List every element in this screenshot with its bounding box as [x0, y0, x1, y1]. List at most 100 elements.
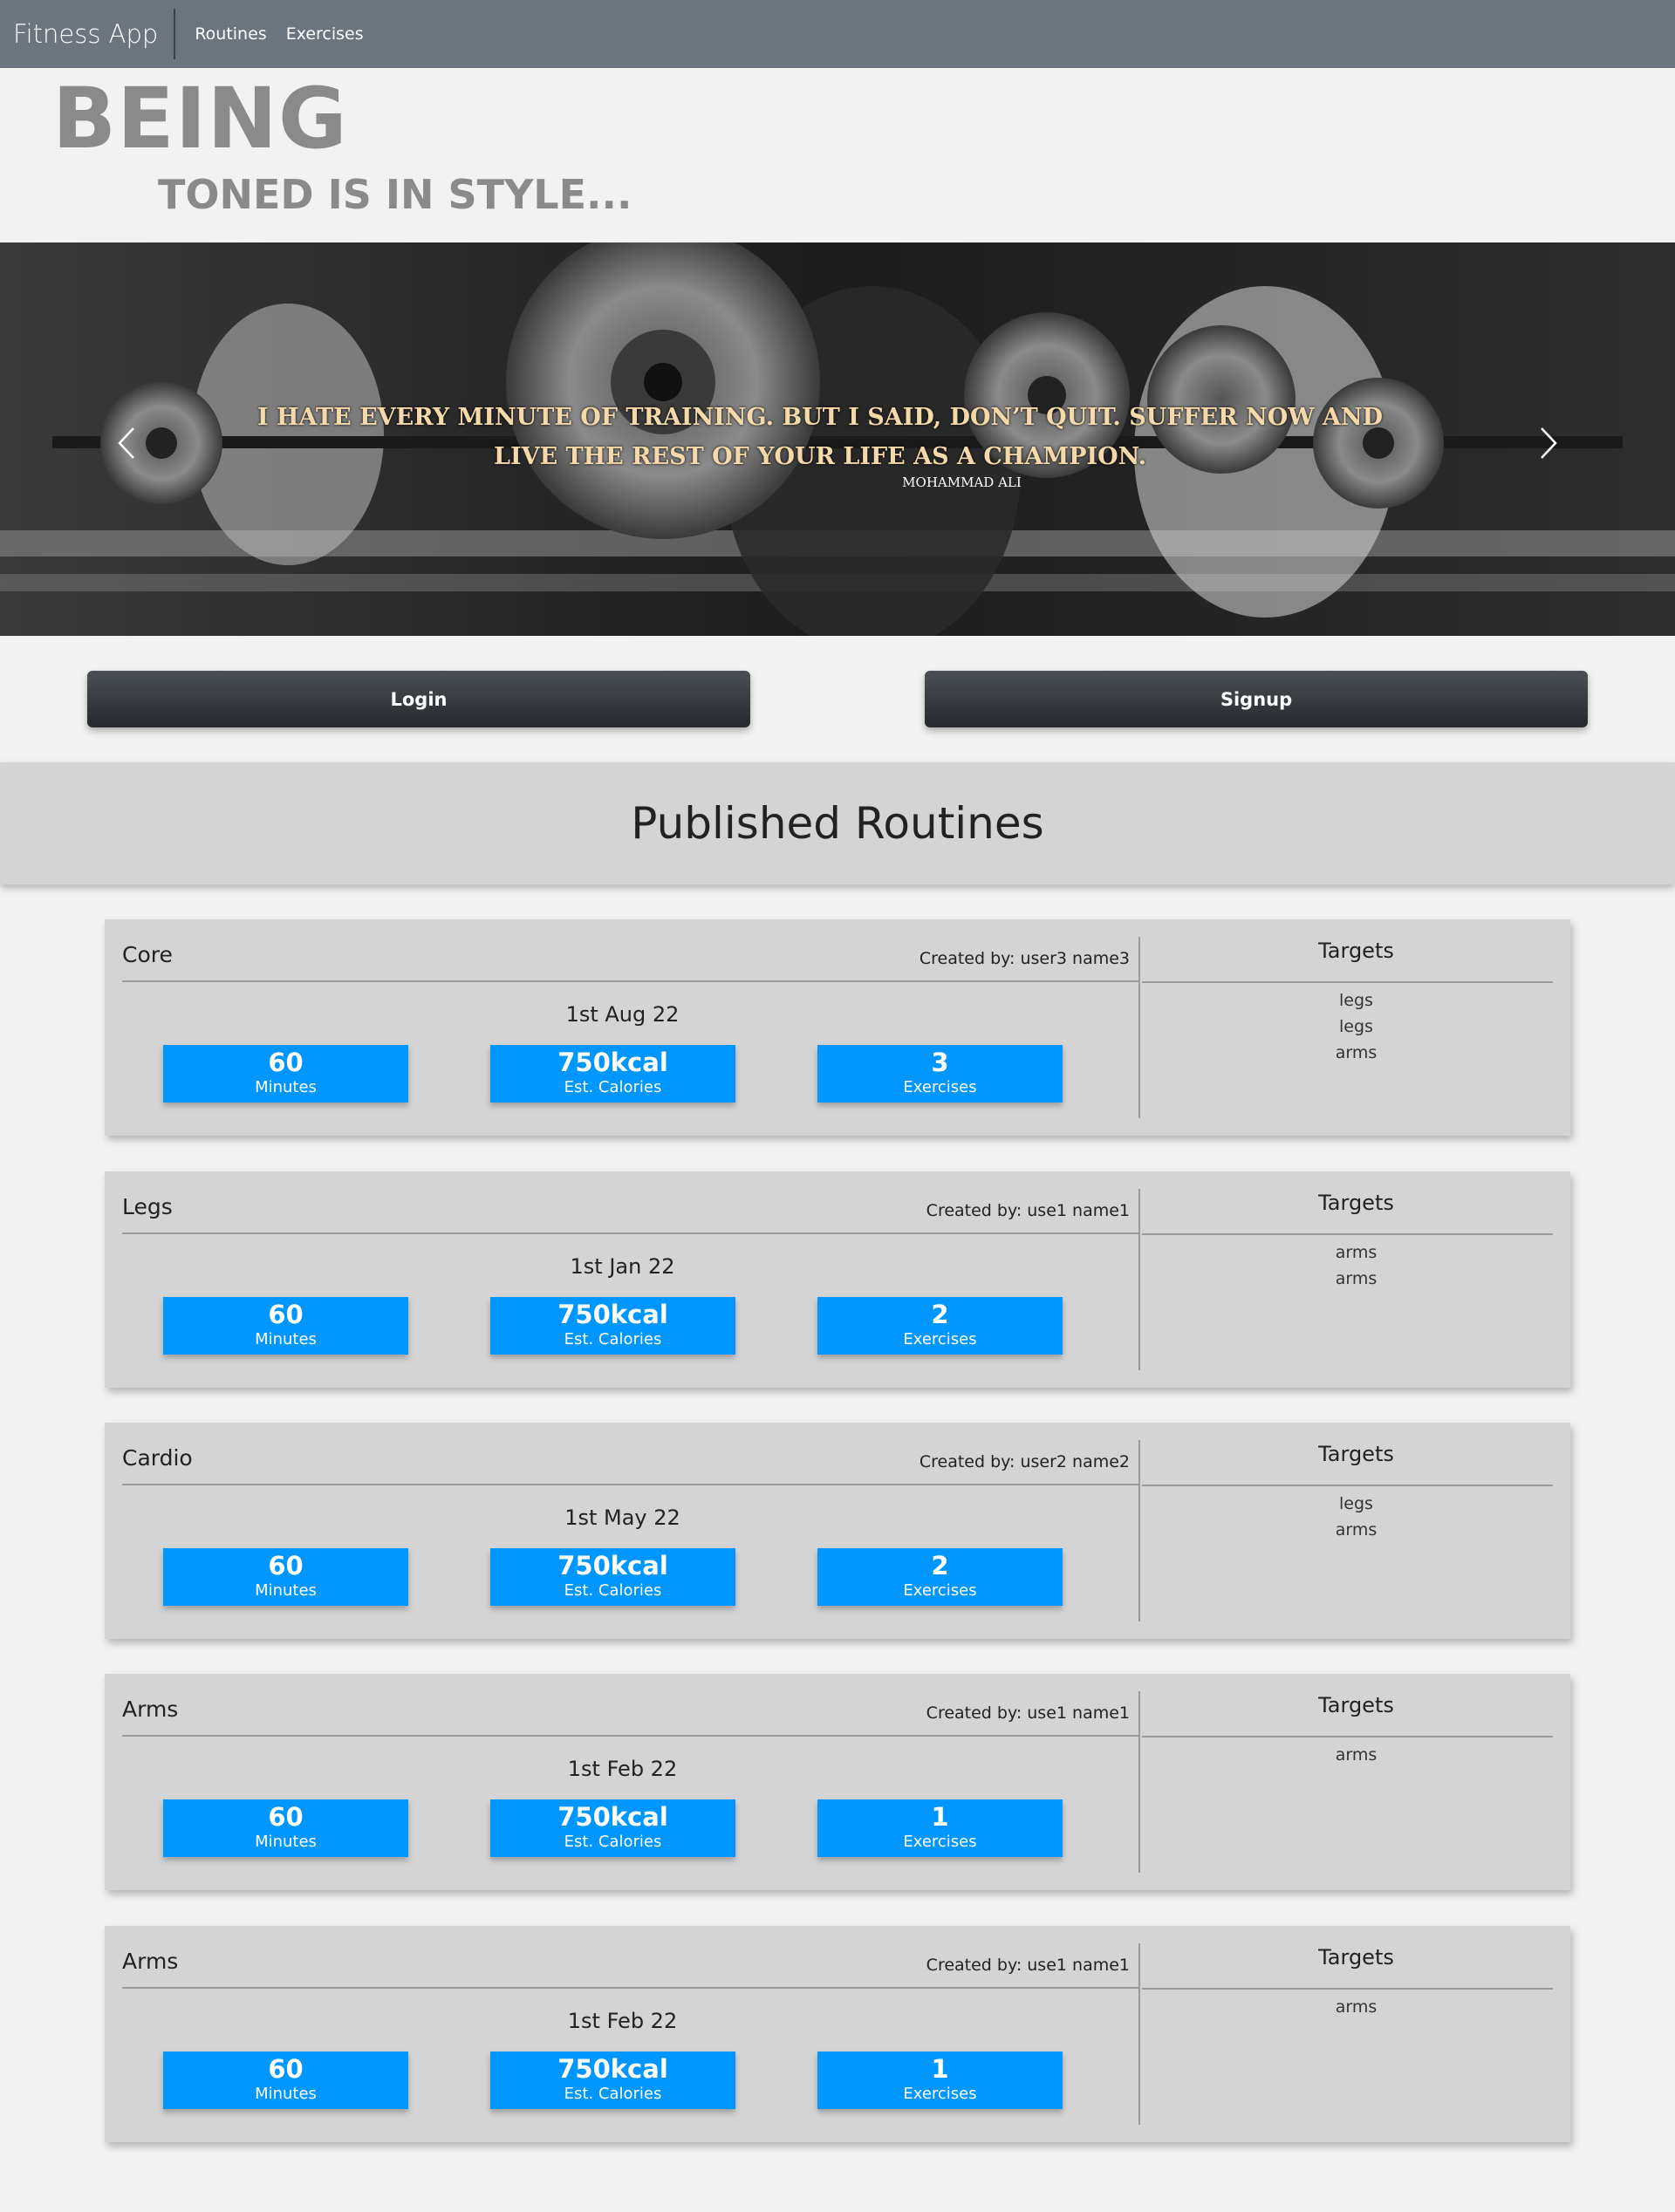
- calories-label: Est. Calories: [564, 1078, 662, 1096]
- calories-value: 750kcal: [557, 2054, 668, 2084]
- routine-name: Arms: [122, 1949, 179, 1974]
- routine-name: Legs: [122, 1194, 173, 1219]
- calories-label: Est. Calories: [564, 2085, 662, 2103]
- exercises-value: 2: [931, 1551, 949, 1580]
- login-button[interactable]: Login: [87, 671, 750, 727]
- hero-subtitle: TONED IS IN STYLE...: [158, 171, 632, 218]
- exercises-label: Exercises: [903, 2085, 977, 2103]
- target-item: legs: [1339, 991, 1373, 1010]
- minutes-label: Minutes: [255, 1833, 317, 1851]
- quote-carousel: I HATE EVERY MINUTE OF TRAINING. BUT I S…: [0, 242, 1675, 636]
- target-item: legs: [1339, 1017, 1373, 1036]
- signup-button[interactable]: Signup: [925, 671, 1588, 727]
- targets-list: legs legs arms: [1142, 987, 1570, 1066]
- routine-main: Arms Created by: use1 name1 1st Feb 22 6…: [122, 1943, 1140, 2125]
- target-item: arms: [1335, 1269, 1378, 1288]
- routine-main: Core Created by: user3 name3 1st Aug 22 …: [122, 937, 1140, 1118]
- routine-card[interactable]: Arms Created by: use1 name1 1st Feb 22 6…: [105, 1674, 1570, 1890]
- exercises-value: 3: [931, 1048, 949, 1077]
- minutes-value: 60: [268, 1802, 304, 1832]
- routine-header: Legs Created by: use1 name1: [122, 1189, 1138, 1234]
- exercises-stat: 2 Exercises: [817, 1297, 1063, 1355]
- calories-stat: 750kcal Est. Calories: [490, 1548, 735, 1606]
- targets-title: Targets: [1318, 1191, 1394, 1215]
- target-item: arms: [1335, 1745, 1378, 1765]
- routine-header: Cardio Created by: user2 name2: [122, 1440, 1138, 1485]
- carousel-next-button[interactable]: [1527, 417, 1570, 469]
- routine-date: 1st Jan 22: [570, 1254, 675, 1279]
- targets-title: Targets: [1318, 939, 1394, 963]
- targets-list: arms: [1142, 1994, 1570, 2020]
- routine-card[interactable]: Cardio Created by: user2 name2 1st May 2…: [105, 1423, 1570, 1639]
- routine-name: Core: [122, 942, 173, 967]
- calories-stat: 750kcal Est. Calories: [490, 1297, 735, 1355]
- targets-header: Targets: [1142, 1189, 1570, 1235]
- minutes-label: Minutes: [255, 1078, 317, 1096]
- routine-author: Created by: use1 name1: [926, 1703, 1130, 1723]
- routine-author: Created by: use1 name1: [926, 1956, 1130, 1975]
- calories-label: Est. Calories: [564, 1833, 662, 1851]
- target-item: legs: [1339, 1494, 1373, 1513]
- routine-name: Arms: [122, 1697, 179, 1722]
- targets-divider: [1142, 1485, 1553, 1486]
- routines-section-header: Published Routines: [0, 762, 1675, 884]
- navbar: Fitness App Routines Exercises: [0, 0, 1675, 68]
- exercises-stat: 3 Exercises: [817, 1045, 1063, 1103]
- routine-card[interactable]: Arms Created by: use1 name1 1st Feb 22 6…: [105, 1926, 1570, 2142]
- targets-header: Targets: [1142, 1943, 1570, 1990]
- targets-list: legs arms: [1142, 1491, 1570, 1543]
- minutes-stat: 60 Minutes: [163, 1799, 408, 1857]
- target-item: arms: [1335, 1043, 1378, 1062]
- minutes-label: Minutes: [255, 1581, 317, 1600]
- minutes-stat: 60 Minutes: [163, 1297, 408, 1355]
- hero-title: BEING: [52, 70, 348, 167]
- exercises-value: 1: [931, 2054, 949, 2084]
- calories-value: 750kcal: [557, 1802, 668, 1832]
- routine-main: Cardio Created by: user2 name2 1st May 2…: [122, 1440, 1140, 1621]
- targets-title: Targets: [1318, 1945, 1394, 1970]
- quote-author: MOHAMMAD ALI: [902, 474, 1022, 490]
- routine-author: Created by: user2 name2: [919, 1452, 1130, 1471]
- routines-title: Published Routines: [631, 798, 1044, 849]
- routine-author: Created by: use1 name1: [926, 1201, 1130, 1220]
- minutes-value: 60: [268, 1551, 304, 1580]
- calories-stat: 750kcal Est. Calories: [490, 2052, 735, 2109]
- minutes-value: 60: [268, 1048, 304, 1077]
- targets-title: Targets: [1318, 1693, 1394, 1717]
- routine-header: Arms Created by: use1 name1: [122, 1691, 1138, 1737]
- minutes-stat: 60 Minutes: [163, 1548, 408, 1606]
- targets-header: Targets: [1142, 1691, 1570, 1738]
- nav-link-routines[interactable]: Routines: [195, 24, 266, 44]
- routine-date: 1st May 22: [564, 1505, 680, 1530]
- minutes-label: Minutes: [255, 2085, 317, 2103]
- carousel-prev-button[interactable]: [105, 417, 148, 469]
- routine-date: 1st Feb 22: [567, 1757, 678, 1781]
- calories-label: Est. Calories: [564, 1330, 662, 1348]
- exercises-label: Exercises: [903, 1330, 977, 1348]
- routine-name: Cardio: [122, 1445, 193, 1471]
- calories-label: Est. Calories: [564, 1581, 662, 1600]
- minutes-value: 60: [268, 1300, 304, 1329]
- routine-header: Core Created by: user3 name3: [122, 937, 1138, 982]
- routine-card[interactable]: Core Created by: user3 name3 1st Aug 22 …: [105, 919, 1570, 1136]
- calories-value: 750kcal: [557, 1048, 668, 1077]
- targets-header: Targets: [1142, 937, 1570, 983]
- routine-main: Arms Created by: use1 name1 1st Feb 22 6…: [122, 1691, 1140, 1873]
- exercises-stat: 1 Exercises: [817, 1799, 1063, 1857]
- brand-link[interactable]: Fitness App: [0, 9, 176, 59]
- exercises-value: 1: [931, 1802, 949, 1832]
- routine-date: 1st Feb 22: [567, 2009, 678, 2033]
- target-item: arms: [1335, 1243, 1378, 1262]
- routine-author: Created by: user3 name3: [919, 949, 1130, 968]
- quote-text: I HATE EVERY MINUTE OF TRAINING. BUT I S…: [257, 404, 1383, 470]
- exercises-label: Exercises: [903, 1581, 977, 1600]
- targets-list: arms: [1142, 1742, 1570, 1768]
- targets-divider: [1142, 981, 1553, 983]
- exercises-label: Exercises: [903, 1078, 977, 1096]
- nav-link-exercises[interactable]: Exercises: [286, 24, 364, 44]
- chevron-right-icon: [1541, 427, 1557, 459]
- routine-card[interactable]: Legs Created by: use1 name1 1st Jan 22 6…: [105, 1171, 1570, 1388]
- calories-value: 750kcal: [557, 1300, 668, 1329]
- minutes-stat: 60 Minutes: [163, 1045, 408, 1103]
- minutes-value: 60: [268, 2054, 304, 2084]
